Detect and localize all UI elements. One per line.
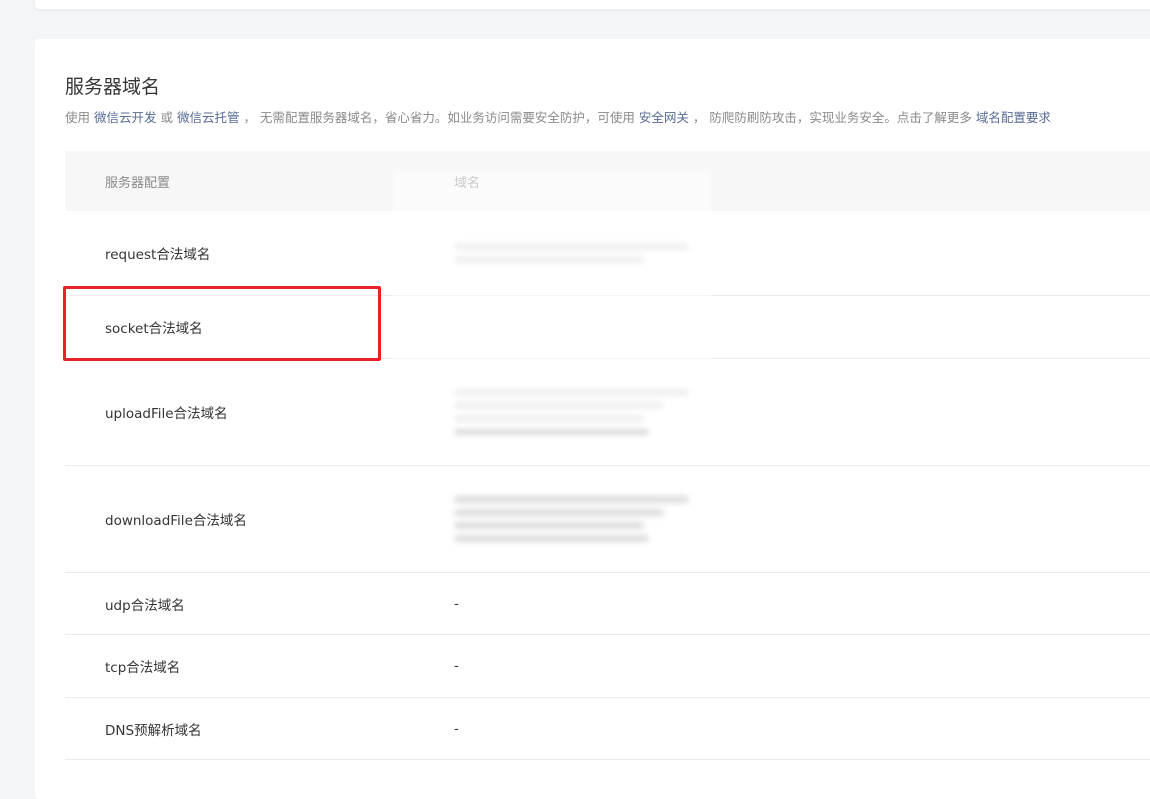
- desc-text: ， 无需配置服务器域名，省心省力。如业务访问需要安全防护，可使用: [239, 110, 639, 125]
- row-value: -: [454, 720, 459, 737]
- top-card: [35, 0, 1150, 9]
- row-label: udp合法域名: [105, 597, 185, 614]
- desc-text: 使用: [65, 110, 94, 125]
- row-value: -: [454, 595, 459, 612]
- row-value-blurred: [415, 296, 1150, 358]
- table-row: downloadFile合法域名: [65, 466, 1150, 573]
- row-label: socket合法域名: [105, 321, 203, 337]
- header-domain: 域名: [454, 175, 481, 191]
- security-gateway-link[interactable]: 安全网关: [639, 110, 689, 125]
- section-description: 使用 微信云开发 或 微信云托管 ， 无需配置服务器域名，省心省力。如业务访问需…: [65, 107, 1150, 126]
- table-row: udp合法域名 -: [65, 573, 1150, 635]
- section-title: 服务器域名: [65, 76, 161, 98]
- row-label: DNS预解析域名: [105, 722, 202, 739]
- table-row: socket合法域名: [65, 296, 1150, 359]
- row-label: downloadFile合法域名: [105, 513, 247, 529]
- server-domain-card: 服务器域名 使用 微信云开发 或 微信云托管 ， 无需配置服务器域名，省心省力。…: [35, 39, 1150, 799]
- row-value-blurred: [415, 466, 1150, 572]
- table-row: tcp合法域名 -: [65, 635, 1150, 698]
- row-label: uploadFile合法域名: [105, 406, 228, 422]
- domain-requirements-link[interactable]: 域名配置要求: [976, 110, 1051, 125]
- row-label: request合法域名: [105, 247, 211, 263]
- row-value: -: [454, 658, 459, 674]
- domain-table: 服务器配置 域名 request合法域名 socket合法域名 uploadFi…: [65, 151, 1150, 760]
- row-label: tcp合法域名: [105, 660, 181, 676]
- table-row: DNS预解析域名 -: [65, 698, 1150, 760]
- table-row: request合法域名: [65, 211, 1150, 296]
- row-value-blurred: [415, 211, 1150, 295]
- table-header: 服务器配置 域名: [65, 151, 1150, 211]
- wechat-cloud-hosting-link[interactable]: 微信云托管: [177, 110, 240, 125]
- desc-text: ， 防爬防刷防攻击，实现业务安全。点击了解更多: [688, 110, 976, 125]
- header-config: 服务器配置: [105, 175, 171, 191]
- row-value-blurred: [415, 359, 1150, 465]
- desc-text: 或: [156, 110, 177, 125]
- wechat-cloud-dev-link[interactable]: 微信云开发: [94, 110, 157, 125]
- table-row: uploadFile合法域名: [65, 359, 1150, 466]
